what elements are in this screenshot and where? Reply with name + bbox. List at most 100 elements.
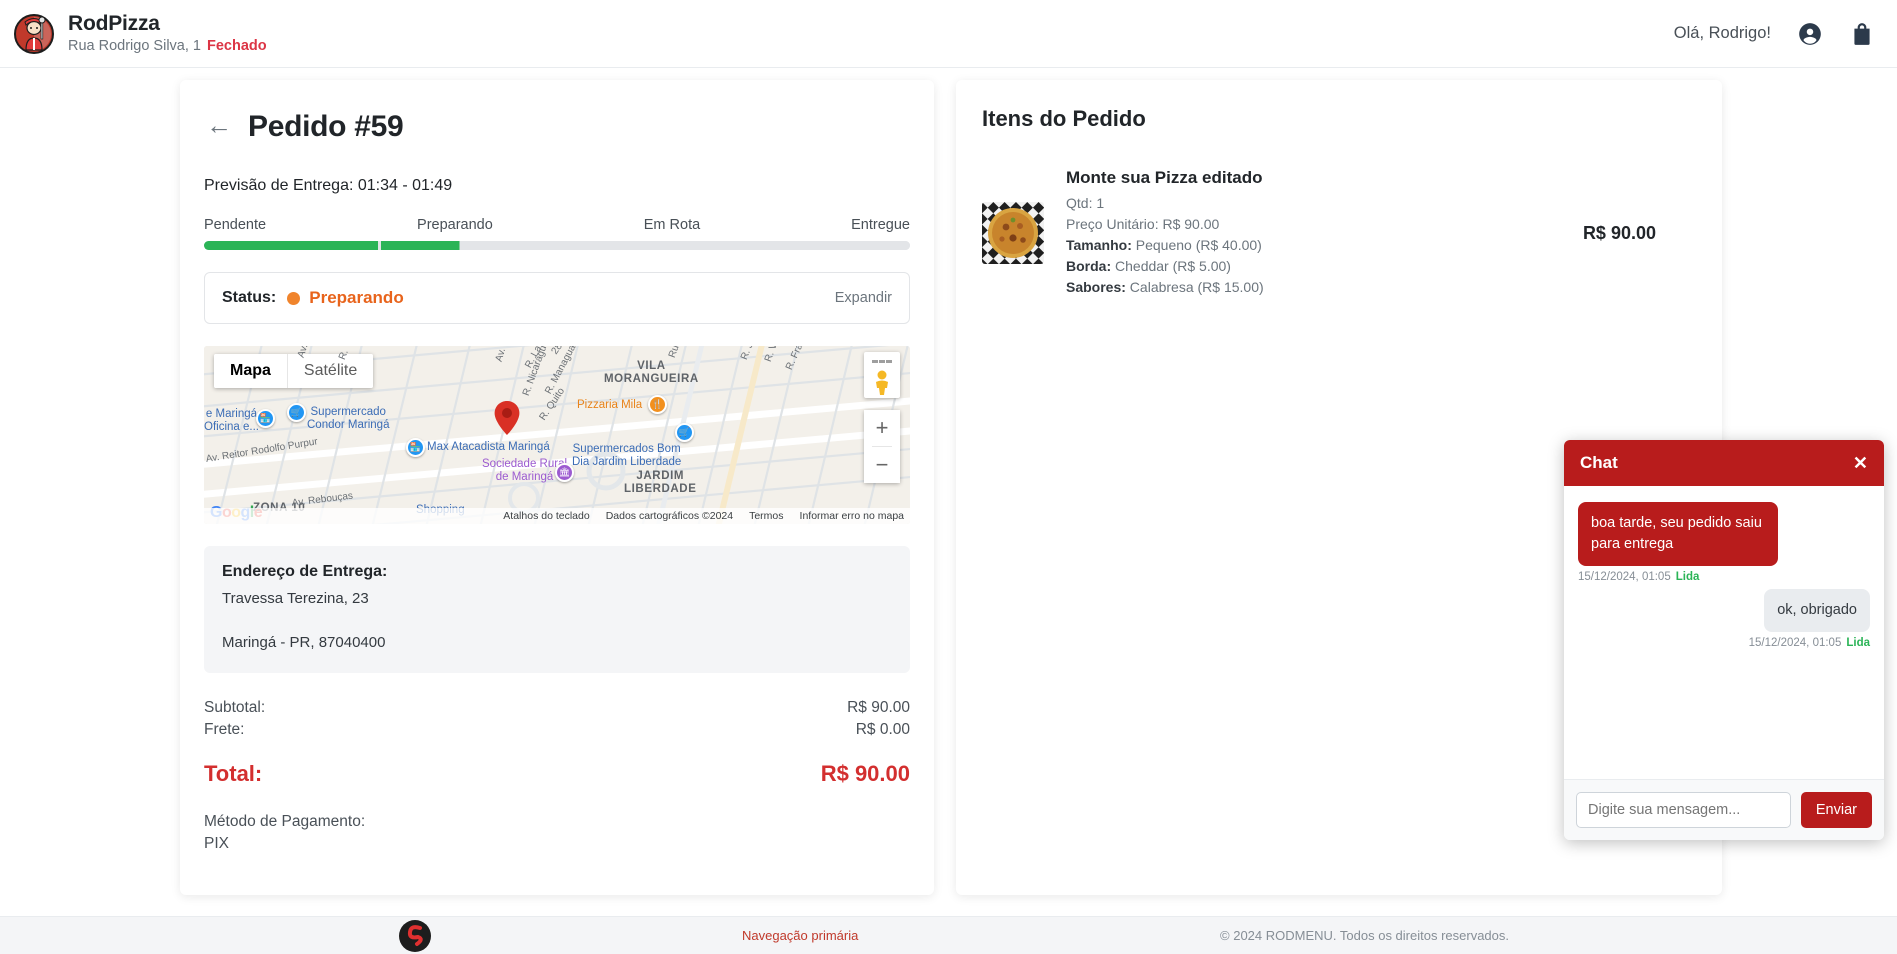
order-item: Monte sua Pizza editado Qtd: 1 Preço Unitá… bbox=[982, 168, 1696, 298]
close-icon[interactable]: ✕ bbox=[1853, 454, 1868, 472]
progress-segment-4 bbox=[735, 241, 910, 250]
progress-step-3: Em Rota bbox=[643, 217, 701, 233]
zoom-in-button[interactable]: + bbox=[864, 410, 900, 446]
chat-send-button[interactable]: Enviar bbox=[1800, 792, 1872, 828]
order-item-option-0: Tamanho: Pequeno (R$ 40.00) bbox=[1066, 237, 1262, 253]
status-label: Status: bbox=[222, 289, 277, 306]
cart-pin-icon[interactable]: 🛒 bbox=[287, 403, 306, 422]
chat-message-meta: 15/12/2024, 01:05 Lida bbox=[1578, 571, 1870, 583]
delivery-address-line2: Maringá - PR, 87040400 bbox=[222, 634, 386, 651]
order-item-meta: Qtd: 1 Preço Unitário: R$ 90.00 Tamanho: P… bbox=[1066, 193, 1583, 298]
map-type-control[interactable]: Mapa Satélite bbox=[214, 354, 374, 388]
page-title: Pedido #59 bbox=[248, 110, 404, 143]
progress-step-2: Preparando bbox=[417, 217, 493, 233]
pizza-chef-logo-icon bbox=[14, 13, 54, 54]
subtotal-row: Subtotal: R$ 90.00 bbox=[204, 697, 910, 719]
street-view-pegman-icon[interactable] bbox=[864, 352, 900, 398]
progress-step-labels: Pendente Preparando Em Rota Entregue bbox=[204, 217, 910, 233]
brand[interactable]: RodPizza Rua Rodrigo Silva, 1 Fechado bbox=[14, 12, 267, 55]
order-items-list: Monte sua Pizza editado Qtd: 1 Preço Unitá… bbox=[982, 168, 1696, 298]
user-greeting: Olá, Rodrigo! bbox=[1673, 24, 1771, 42]
map-data-text: Dados cartográficos ©2024 bbox=[605, 510, 734, 522]
status-dot-icon bbox=[287, 291, 301, 305]
landmark-pin-icon[interactable]: 🏛 bbox=[555, 463, 574, 482]
location-marker-icon[interactable] bbox=[494, 401, 520, 440]
chat-message-in: boa tarde, seu pedido saiu para entrega 1… bbox=[1578, 502, 1870, 583]
chat-message-meta: 15/12/2024, 01:05 Lida bbox=[1749, 637, 1870, 649]
map-label-7: JARDIM LIBERDADE bbox=[624, 470, 697, 495]
chat-title: Chat bbox=[1580, 453, 1618, 472]
map-type-satelite-button[interactable]: Satélite bbox=[287, 354, 374, 388]
brand-name: RodPizza bbox=[68, 12, 160, 36]
progress-segment-2 bbox=[381, 241, 556, 250]
chat-messages[interactable]: boa tarde, seu pedido saiu para entrega 1… bbox=[1564, 486, 1884, 779]
shopping-bag-icon[interactable] bbox=[1849, 21, 1875, 47]
footer-copyright: © 2024 RODMENU. Todos os direitos reserv… bbox=[1220, 928, 1509, 943]
order-detail-card: ← Pedido #59 Previsão de Entrega: 01:34 … bbox=[180, 80, 934, 895]
site-footer-logo-icon bbox=[398, 919, 432, 953]
brand-subtitle: Rua Rodrigo Silva, 1 Fechado bbox=[68, 38, 267, 55]
order-item-option-2: Sabores: Calabresa (R$ 15.00) bbox=[1066, 279, 1264, 295]
order-item-body: Monte sua Pizza editado Qtd: 1 Preço Unitá… bbox=[1066, 168, 1583, 298]
chat-message-timestamp: 15/12/2024, 01:05 bbox=[1748, 637, 1842, 650]
items-panel-title: Itens do Pedido bbox=[982, 106, 1146, 131]
footer-nav-label[interactable]: Navegação primária bbox=[742, 928, 858, 943]
shipping-row: Frete: R$ 0.00 bbox=[204, 719, 910, 741]
chat-composer: Enviar bbox=[1564, 779, 1884, 840]
order-item-unit-price: Preço Unitário: R$ 90.00 bbox=[1066, 216, 1220, 232]
order-item-price: R$ 90.00 bbox=[1582, 222, 1656, 243]
zoom-out-button[interactable]: − bbox=[864, 447, 900, 483]
map-label-2: e Maringá Oficina e... bbox=[204, 408, 259, 433]
terms-link[interactable]: Termos bbox=[749, 510, 783, 522]
order-item-qty: Qtd: 1 bbox=[1066, 195, 1105, 211]
account-circle-icon[interactable] bbox=[1797, 21, 1823, 47]
expand-button[interactable]: Expandir bbox=[835, 290, 892, 306]
header-actions: Olá, Rodrigo! bbox=[1674, 21, 1875, 47]
cart-pin-icon[interactable]: 🛒 bbox=[675, 423, 694, 442]
delivery-address-title: Endereço de Entrega: bbox=[222, 563, 388, 580]
status-box: Status: Preparando Expandir bbox=[204, 272, 910, 324]
total-value: R$ 90.00 bbox=[820, 761, 910, 786]
chat-message-timestamp: 15/12/2024, 01:05 bbox=[1578, 571, 1671, 584]
delivery-address-box: Endereço de Entrega: Travessa Terezina, … bbox=[204, 546, 910, 673]
payment-method-value: PIX bbox=[204, 834, 229, 852]
keyboard-shortcuts-link[interactable]: Atalhos do teclado bbox=[503, 510, 589, 522]
map-label-5: Pizzaria Mila bbox=[577, 399, 643, 411]
arrow-left-icon[interactable]: ← bbox=[204, 112, 234, 142]
map-label-6: Supermercados Bom Dia Jardim Liberdade bbox=[572, 443, 682, 468]
map-attribution-bar: Atalhos do teclado Dados cartográficos ©… bbox=[204, 508, 910, 524]
order-title-row: ← Pedido #59 bbox=[204, 110, 910, 144]
subtotal-label: Subtotal: bbox=[204, 699, 266, 716]
store-pin-icon[interactable]: 🏪 bbox=[256, 409, 275, 428]
subtotal-value: R$ 90.00 bbox=[847, 699, 910, 716]
map-label-0: VILA MORANGUEIRA bbox=[604, 360, 699, 385]
delivery-map[interactable]: Mapa Satélite + − VILA MORANGUEIRA Super… bbox=[204, 346, 910, 524]
chat-message-out: ok, obrigado 15/12/2024, 01:05 Lida bbox=[1578, 589, 1870, 649]
site-header: RodPizza Rua Rodrigo Silva, 1 Fechado Olá… bbox=[0, 0, 1897, 68]
map-label-1: Supermercado Condor Maringá bbox=[307, 406, 390, 431]
chat-header: Chat ✕ bbox=[1564, 440, 1884, 486]
status-value: Preparando bbox=[309, 288, 404, 307]
map-type-mapa-button[interactable]: Mapa bbox=[214, 354, 287, 388]
delivery-eta: Previsão de Entrega: 01:34 - 01:49 bbox=[204, 177, 453, 194]
site-footer: Navegação primária © 2024 RODMENU. Todos… bbox=[0, 916, 1897, 954]
chat-message-read-status: Lida bbox=[1675, 571, 1700, 584]
total-label: Total: bbox=[204, 761, 263, 786]
map-label-3: Max Atacadista Maringá bbox=[427, 441, 550, 453]
store-status-badge: Fechado bbox=[207, 38, 267, 55]
report-error-link[interactable]: Informar erro no mapa bbox=[800, 510, 904, 522]
chat-message-read-status: Lida bbox=[1846, 637, 1870, 650]
progress-step-1: Pendente bbox=[204, 217, 267, 233]
chat-message-bubble: ok, obrigado bbox=[1764, 589, 1870, 633]
shipping-label: Frete: bbox=[204, 721, 245, 738]
delivery-address-line1: Travessa Terezina, 23 bbox=[222, 590, 369, 607]
chat-message-input[interactable] bbox=[1576, 792, 1791, 828]
chat-panel: Chat ✕ boa tarde, seu pedido saiu para e… bbox=[1564, 440, 1884, 840]
progress-segment-1 bbox=[204, 241, 379, 250]
store-pin-icon[interactable]: 🏪 bbox=[406, 438, 425, 457]
order-item-name: Monte sua Pizza editado bbox=[1066, 168, 1263, 187]
progress-step-4: Entregue bbox=[851, 217, 910, 233]
map-zoom-control[interactable]: + − bbox=[864, 410, 900, 483]
restaurant-pin-icon[interactable]: 🍴 bbox=[648, 395, 667, 414]
progress-bar bbox=[204, 241, 910, 250]
